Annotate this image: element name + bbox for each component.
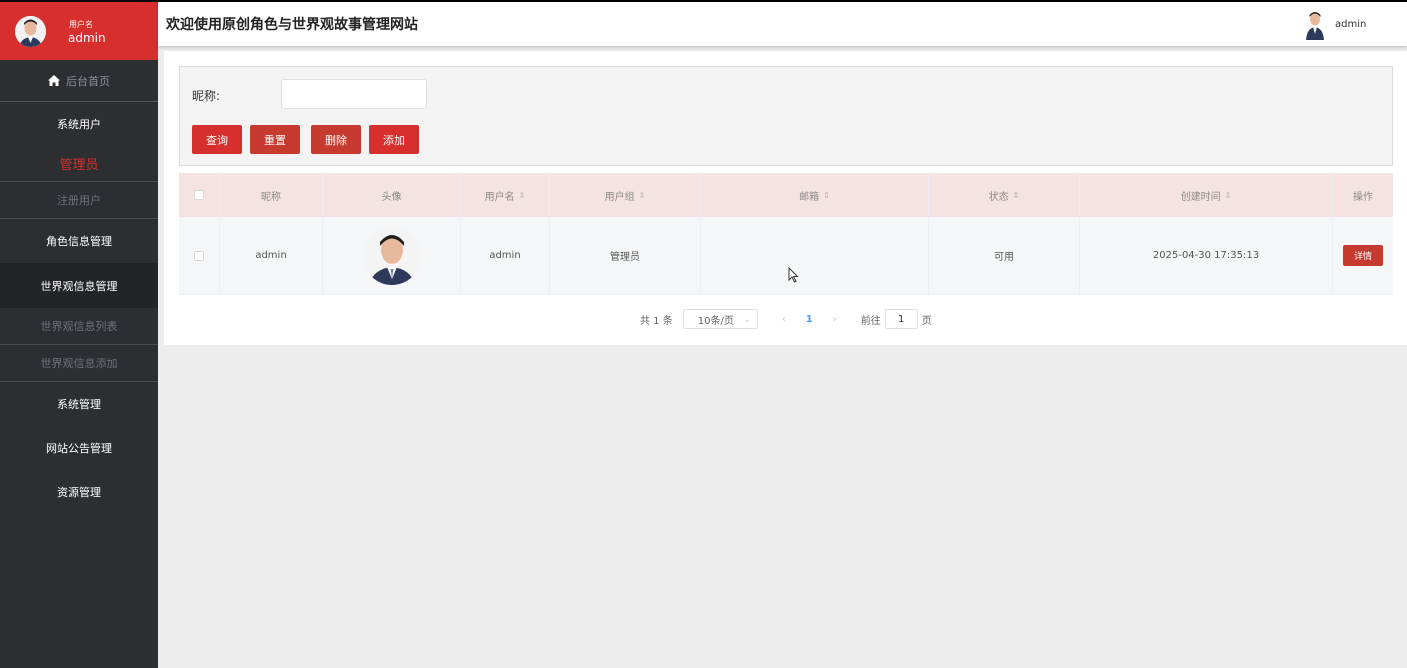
avatar[interactable]: [362, 226, 421, 285]
column-header: 操作: [1333, 173, 1393, 217]
main-content: 昵称: 查询 重置 删除 添加 昵称 头像 用户名 ⇕ 用户组 ⇕ 邮箱 ⇕ 状态 ⇕ …: [164, 51, 1407, 345]
action-cell: 详情: [1333, 217, 1393, 294]
select-all-cell: [179, 173, 220, 217]
sidebar: 用户名 admin 后台首页 系统用户 管理员 注册用户 角色信息管理 世界观信…: [0, 0, 158, 668]
status-cell: 可用: [929, 217, 1080, 294]
sidebar-item-label: 后台首页: [66, 74, 110, 88]
sidebar-item-label: 世界观信息列表: [40, 320, 118, 333]
mouse-cursor-icon: [788, 267, 799, 283]
add-button[interactable]: 添加: [369, 125, 419, 154]
sidebar-item-label: 注册用户: [57, 194, 101, 207]
page-size-select[interactable]: 10条/页 ⌄: [682, 309, 758, 329]
sidebar-item-system-mgmt[interactable]: 系统管理: [0, 382, 158, 426]
sidebar-item-label: 角色信息管理: [46, 235, 112, 248]
pagination: 共 1 条 10条/页 ⌄ ‹ 1 › 前往 1 页: [640, 309, 932, 329]
sidebar-item-system-users[interactable]: 系统用户: [0, 102, 158, 146]
column-header: 昵称: [220, 173, 323, 217]
column-header-label: 昵称: [261, 191, 281, 203]
chevron-down-icon: ⌄: [744, 314, 751, 324]
column-header-label: 头像: [381, 191, 402, 203]
table-header: 昵称 头像 用户名 ⇕ 用户组 ⇕ 邮箱 ⇕ 状态 ⇕ 创建时间 ⇕ 操作: [179, 173, 1393, 217]
column-header-label: 邮箱: [799, 191, 820, 203]
sort-icon[interactable]: ⇕: [1225, 191, 1232, 200]
column-header-sortable[interactable]: 创建时间 ⇕: [1080, 173, 1333, 217]
sidebar-item-home[interactable]: 后台首页: [0, 60, 158, 102]
query-button[interactable]: 查询: [192, 125, 242, 154]
table-row[interactable]: admin admin 管理员 可用 2025-04-30 17:35:13 详…: [179, 217, 1393, 295]
column-header-label: 用户名: [484, 191, 515, 203]
sidebar-item-label: 资源管理: [57, 486, 101, 499]
sort-icon[interactable]: ⇕: [823, 191, 830, 200]
sidebar-item-label: 系统管理: [57, 398, 101, 411]
page-suffix: 页: [921, 315, 932, 327]
created-time-cell: 2025-04-30 17:35:13: [1080, 217, 1333, 294]
sidebar-item-resources[interactable]: 资源管理: [0, 470, 158, 514]
pagination-total: 共 1 条: [640, 315, 673, 327]
header-avatar[interactable]: [1305, 10, 1325, 40]
column-header-sortable[interactable]: 用户名 ⇕: [461, 173, 550, 217]
row-checkbox[interactable]: [194, 250, 204, 261]
sidebar-item-announcements[interactable]: 网站公告管理: [0, 426, 158, 470]
email-cell: [701, 217, 929, 294]
sidebar-item-label: 世界观信息添加: [40, 357, 118, 370]
sidebar-item-worldview-add[interactable]: 世界观信息添加: [0, 345, 158, 382]
user-avatar[interactable]: [15, 16, 46, 47]
sidebar-item-label: 网站公告管理: [46, 442, 112, 455]
sidebar-item-worldview-list[interactable]: 世界观信息列表: [0, 308, 158, 345]
search-panel: 昵称: 查询 重置 删除 添加: [179, 66, 1393, 166]
users-table: 昵称 头像 用户名 ⇕ 用户组 ⇕ 邮箱 ⇕ 状态 ⇕ 创建时间 ⇕ 操作 admin: [179, 173, 1393, 295]
nickname-label: 昵称:: [192, 89, 221, 103]
top-header: 欢迎使用原创角色与世界观故事管理网站 admin: [158, 0, 1407, 46]
header-username[interactable]: admin: [1335, 19, 1366, 30]
sort-icon[interactable]: ⇕: [639, 191, 646, 200]
row-select-cell: [179, 217, 220, 294]
sidebar-item-character-info[interactable]: 角色信息管理: [0, 219, 158, 263]
nickname-cell: admin: [220, 217, 323, 294]
sidebar-item-label: 管理员: [59, 158, 99, 173]
reset-button[interactable]: 重置: [250, 125, 300, 154]
user-name: admin: [68, 31, 106, 45]
sidebar-item-label: 系统用户: [57, 118, 101, 131]
goto-page-input[interactable]: 1: [884, 309, 918, 329]
sidebar-user-box: 用户名 admin: [0, 0, 158, 60]
page-title: 欢迎使用原创角色与世界观故事管理网站: [166, 17, 418, 33]
detail-button[interactable]: 详情: [1343, 245, 1383, 266]
column-header-sortable[interactable]: 用户组 ⇕: [550, 173, 701, 217]
column-header-label: 状态: [988, 191, 1009, 203]
group-cell: 管理员: [550, 217, 701, 294]
sidebar-item-registered-users[interactable]: 注册用户: [0, 182, 158, 219]
select-all-checkbox[interactable]: [194, 190, 204, 200]
user-role-label: 用户名: [69, 20, 93, 29]
column-header: 头像: [323, 173, 461, 217]
sidebar-item-admin[interactable]: 管理员: [0, 146, 158, 182]
prev-page-icon[interactable]: ‹: [782, 314, 786, 325]
home-icon: [48, 75, 60, 86]
column-header-label: 用户组: [604, 191, 635, 203]
goto-label: 前往: [860, 315, 881, 327]
sort-icon[interactable]: ⇕: [1013, 191, 1020, 200]
username-cell: admin: [461, 217, 550, 294]
delete-button[interactable]: 删除: [311, 125, 361, 154]
sort-icon[interactable]: ⇕: [519, 191, 526, 200]
nickname-search-input[interactable]: [281, 79, 427, 109]
avatar-cell: [323, 217, 461, 294]
column-header-sortable[interactable]: 邮箱 ⇕: [701, 173, 929, 217]
sidebar-item-label: 世界观信息管理: [40, 279, 118, 293]
page-size-value: 10条/页: [697, 315, 734, 327]
current-page[interactable]: 1: [806, 314, 813, 325]
sidebar-item-worldview-info[interactable]: 世界观信息管理: [0, 263, 158, 308]
column-header-label: 创建时间: [1180, 191, 1221, 203]
column-header-label: 操作: [1353, 191, 1373, 203]
next-page-icon[interactable]: ›: [833, 314, 837, 325]
column-header-sortable[interactable]: 状态 ⇕: [929, 173, 1080, 217]
